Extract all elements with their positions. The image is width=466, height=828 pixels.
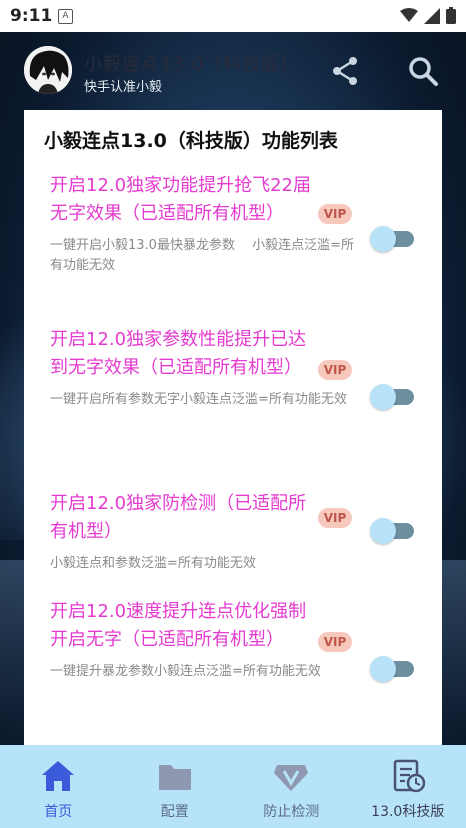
feature-title: 开启12.0速度提升连点优化强制开启无字（已适配所有机型） [50, 601, 307, 650]
nav-label-config: 配置 [160, 804, 189, 820]
app-header: 小毅连点13.0（科技版） 快手认准小毅 [0, 32, 466, 110]
feature-toggle-2[interactable] [358, 382, 428, 412]
feature-item-4: 开启12.0速度提升连点优化强制开启无字（已适配所有机型） VIP 一键提升暴龙… [50, 598, 430, 682]
feature-title: 开启12.0独家防检测（已适配所有机型） [50, 493, 307, 542]
feature-toggle-1[interactable] [358, 224, 428, 254]
feature-description: 一键开启所有参数无字小毅连点泛滥=所有功能无效 [50, 392, 347, 407]
toggle-thumb [370, 384, 396, 410]
avatar-portrait-icon [24, 46, 72, 94]
signal-icon [424, 7, 440, 24]
nav-label-home: 首页 [44, 804, 73, 820]
toggle-thumb [370, 226, 396, 252]
app-title: 小毅连点13.0（科技版） [84, 54, 300, 75]
feature-toggle-3[interactable] [358, 516, 428, 546]
feature-list-card: 小毅连点13.0（科技版）功能列表 开启12.0独家功能提升抢飞22届无字效果（… [24, 110, 442, 750]
nav-item-anti-detect[interactable]: 防止检测 [233, 745, 350, 828]
feature-title: 开启12.0独家功能提升抢飞22届无字效果（已适配所有机型） [50, 175, 311, 224]
feature-item-1: 开启12.0独家功能提升抢飞22届无字效果（已适配所有机型） VIP 一键开启小… [50, 172, 430, 276]
avatar[interactable] [24, 46, 72, 94]
feature-description: 一键开启小毅13.0最快暴龙参数 小毅连点泛滥=所有功能无效 [50, 238, 354, 273]
vip-badge: VIP [318, 204, 352, 224]
nav-label-tech-version: 13.0科技版 [371, 804, 445, 820]
search-icon[interactable] [406, 54, 440, 88]
status-bar: 9:11 A [0, 0, 466, 32]
bottom-navigation: 首页 配置 防止检测 13.0科技版 [0, 745, 466, 828]
toggle-thumb [370, 656, 396, 682]
battery-icon [446, 7, 456, 24]
vip-badge: VIP [318, 632, 352, 652]
toggle-thumb [370, 518, 396, 544]
feature-description: 小毅连点和参数泛滥=所有功能无效 [50, 556, 256, 571]
share-icon[interactable] [328, 54, 362, 88]
nav-item-tech-version[interactable]: 13.0科技版 [350, 745, 466, 828]
vip-badge: VIP [318, 508, 352, 528]
feature-item-3: 开启12.0独家防检测（已适配所有机型） VIP 小毅连点和参数泛滥=所有功能无… [50, 490, 430, 574]
feature-item-2: 开启12.0独家参数性能提升已达到无字效果（已适配所有机型） VIP 一键开启所… [50, 326, 430, 410]
vip-diamond-icon [274, 765, 309, 791]
notification-icon: A [58, 9, 73, 24]
wifi-icon [400, 8, 418, 22]
vip-badge: VIP [318, 360, 352, 380]
status-indicators [400, 7, 456, 24]
status-time: 9:11 [10, 6, 53, 26]
nav-item-home[interactable]: 首页 [0, 745, 117, 828]
feature-toggle-4[interactable] [358, 654, 428, 684]
feature-title: 开启12.0独家参数性能提升已达到无字效果（已适配所有机型） [50, 329, 307, 378]
document-clock-icon [393, 759, 425, 793]
home-icon [42, 761, 75, 791]
folder-icon [158, 765, 191, 790]
nav-item-config[interactable]: 配置 [117, 745, 234, 828]
feature-description: 一键提升暴龙参数小毅连点泛滥=所有功能无效 [50, 664, 321, 679]
app-subtitle: 快手认准小毅 [84, 80, 163, 95]
nav-label-anti-detect: 防止检测 [263, 804, 320, 820]
card-title: 小毅连点13.0（科技版）功能列表 [44, 130, 338, 152]
